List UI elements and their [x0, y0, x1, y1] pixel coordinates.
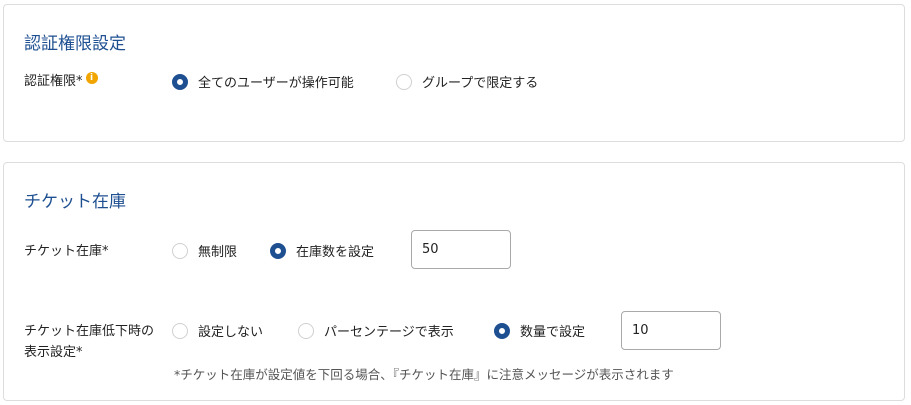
- radio-unlimited-indicator[interactable]: [172, 242, 188, 259]
- radio-group-limited[interactable]: グループで限定する: [396, 71, 538, 92]
- ticket-stock-card: チケット在庫 チケット在庫* 無制限 在庫数を設定 チケット在庫低下時の 表示設…: [3, 162, 905, 401]
- radio-all-users-indicator[interactable]: [172, 73, 188, 90]
- radio-set-stock[interactable]: 在庫数を設定: [270, 240, 374, 261]
- low-stock-label: チケット在庫低下時の 表示設定*: [24, 321, 154, 363]
- radio-group-limited-indicator[interactable]: [396, 73, 412, 90]
- info-icon[interactable]: i: [85, 72, 98, 84]
- low-stock-note: *チケット在庫が設定値を下回る場合、『チケット在庫』に注意メッセージが表示されま…: [174, 367, 674, 382]
- auth-section-title: 認証権限設定: [24, 34, 126, 54]
- radio-percentage[interactable]: パーセンテージで表示: [298, 320, 454, 341]
- radio-no-setting[interactable]: 設定しない: [172, 320, 263, 341]
- radio-quantity[interactable]: 数量で設定: [494, 320, 585, 341]
- radio-quantity-indicator[interactable]: [494, 322, 510, 339]
- radio-group-limited-label: グループで限定する: [422, 76, 539, 91]
- radio-percentage-label: パーセンテージで表示: [324, 325, 454, 340]
- auth-settings-card: 認証権限設定 認証権限* i 全てのユーザーが操作可能 グループで限定する: [3, 4, 905, 142]
- radio-no-setting-label: 設定しない: [198, 325, 264, 340]
- radio-unlimited[interactable]: 無制限: [172, 240, 237, 261]
- low-stock-label-line1: チケット在庫低下時の: [24, 324, 155, 339]
- stock-quantity-input[interactable]: [411, 230, 511, 269]
- stock-label: チケット在庫*: [24, 244, 109, 259]
- low-stock-quantity-input[interactable]: [621, 311, 721, 350]
- radio-no-setting-indicator[interactable]: [172, 322, 188, 339]
- radio-quantity-label: 数量で設定: [520, 325, 586, 340]
- radio-all-users-label: 全てのユーザーが操作可能: [198, 76, 354, 91]
- auth-permission-label-text: 認証権限*: [24, 74, 83, 89]
- radio-all-users[interactable]: 全てのユーザーが操作可能: [172, 71, 354, 92]
- radio-unlimited-label: 無制限: [198, 245, 238, 260]
- radio-set-stock-indicator[interactable]: [270, 242, 286, 259]
- stock-section-title: チケット在庫: [24, 192, 126, 212]
- auth-permission-label: 認証権限* i: [24, 71, 98, 92]
- low-stock-label-line2: 表示設定*: [24, 345, 83, 360]
- radio-percentage-indicator[interactable]: [298, 322, 314, 339]
- radio-set-stock-label: 在庫数を設定: [296, 245, 375, 260]
